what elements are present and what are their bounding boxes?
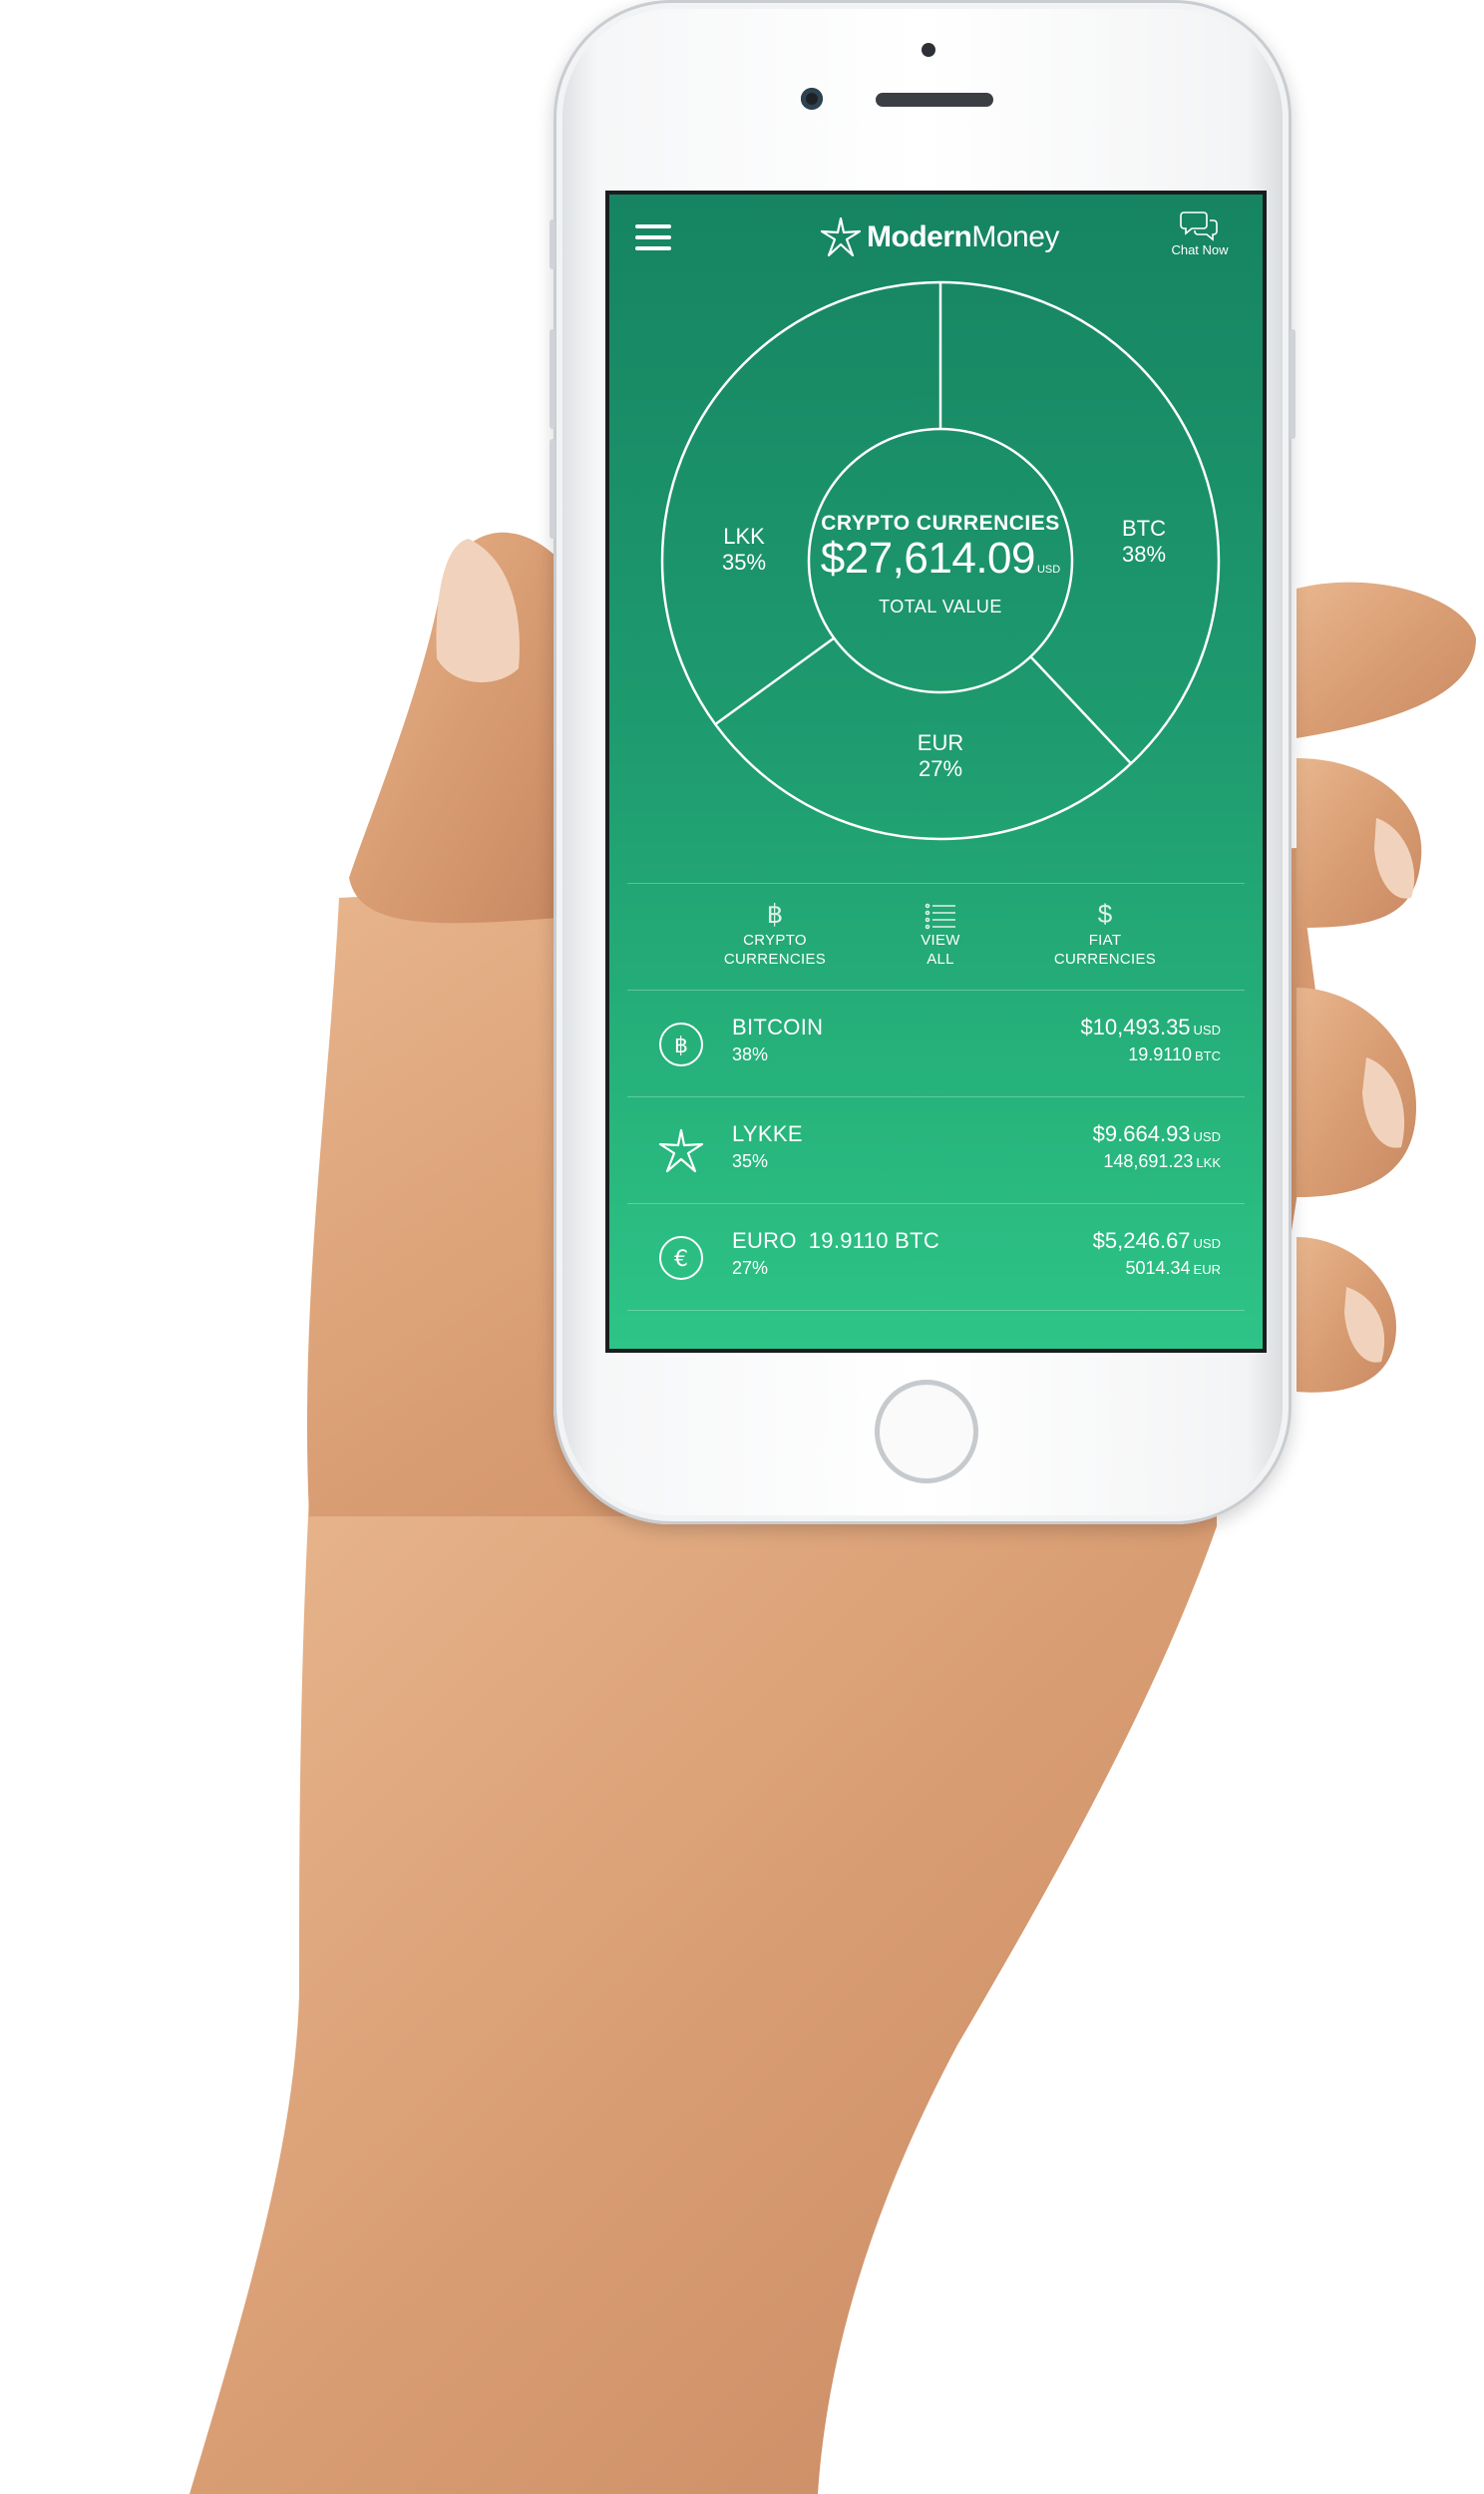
segment-label-btc: BTC 38%: [1121, 516, 1167, 567]
asset-name: BITCOIN: [732, 1015, 824, 1039]
asset-row-lykke[interactable]: LYKKE 35% $9.664.93 USD 148,691.23 LKK: [627, 1097, 1253, 1203]
asset-native-value: 5014.34 EUR: [1125, 1258, 1221, 1278]
star-logo-icon: [820, 216, 862, 257]
asset-row-bitcoin[interactable]: ฿ BITCOIN 38% $10,493.35 USD 19.9110 BTC: [627, 991, 1253, 1096]
segment-divider-lkk: [714, 636, 835, 726]
asset-extra: 19.9110 BTC: [808, 1228, 940, 1253]
volume-down-button: [550, 329, 556, 429]
proximity-sensor: [922, 43, 935, 57]
asset-native-value: 19.9110 BTC: [1128, 1044, 1221, 1064]
asset-usd-value: $9.664.93 USD: [1092, 1121, 1221, 1146]
total-value: $27,614.09 USD: [791, 534, 1090, 584]
bitcoin-icon: ฿: [766, 899, 784, 929]
brand-logo: ModernMoney: [819, 214, 1059, 260]
asset-row-euro[interactable]: € EURO 19.9110 BTC 27% $5,246.67 USD 5014.…: [627, 1204, 1253, 1310]
earpiece-speaker: [876, 93, 993, 107]
menu-icon[interactable]: [635, 224, 671, 250]
svg-text:฿: ฿: [674, 1034, 688, 1058]
tab-view-all[interactable]: VIEW ALL: [876, 897, 1005, 969]
portfolio-title: CRYPTO CURRENCIES: [821, 512, 1060, 535]
asset-usd-value: $5,246.67 USD: [1092, 1228, 1221, 1253]
app-screen: ModernMoney Chat Now CRYPTO CURRENCIES $…: [605, 191, 1267, 1353]
euro-circle-icon: €: [659, 1236, 703, 1280]
asset-percent: 35%: [732, 1151, 769, 1171]
total-currency: USD: [1036, 564, 1061, 576]
home-button[interactable]: [875, 1380, 978, 1483]
asset-name: LYKKE: [732, 1121, 803, 1146]
total-amount: $27,614.09: [820, 534, 1036, 583]
lykke-star-icon: [658, 1128, 704, 1173]
divider: [627, 1310, 1245, 1311]
bitcoin-circle-icon: ฿: [659, 1023, 703, 1066]
segment-label-lkk: LKK 35%: [721, 524, 767, 575]
asset-percent: 38%: [732, 1044, 769, 1064]
chat-now-button[interactable]: Chat Now: [1163, 208, 1237, 257]
brand-name: ModernMoney: [867, 220, 1059, 253]
asset-usd-value: $10,493.35 USD: [1080, 1015, 1221, 1039]
tab-crypto-currencies[interactable]: ฿ CRYPTO CURRENCIES: [710, 897, 840, 969]
power-button: [1290, 329, 1296, 439]
front-camera: [801, 88, 823, 110]
mute-switch: [550, 439, 556, 539]
volume-up-button: [550, 219, 556, 269]
segment-label-eur: EUR 27%: [917, 730, 964, 781]
total-value-label: TOTAL VALUE: [879, 597, 1002, 617]
asset-percent: 27%: [732, 1258, 769, 1278]
asset-native-value: 148,691.23 LKK: [1103, 1151, 1221, 1171]
tab-fiat-currencies[interactable]: $ FIAT CURRENCIES: [1040, 897, 1170, 969]
asset-name: EURO 19.9110 BTC: [732, 1228, 940, 1253]
segment-divider-eur: [1029, 655, 1132, 765]
svg-text:€: €: [674, 1247, 688, 1272]
chat-now-label: Chat Now: [1171, 242, 1229, 257]
list-icon: [876, 897, 1005, 931]
chat-bubbles-icon: [1180, 211, 1218, 241]
dollar-icon: $: [1097, 899, 1113, 929]
divider: [627, 883, 1245, 884]
